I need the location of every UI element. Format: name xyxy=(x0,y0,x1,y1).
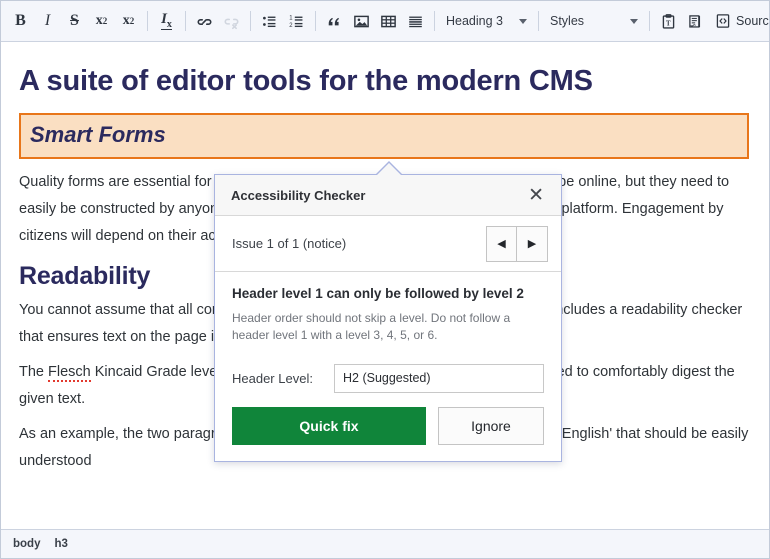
link-icon[interactable] xyxy=(191,7,218,35)
toolbar-divider xyxy=(315,11,316,31)
toolbar-divider xyxy=(434,11,435,31)
issue-title: Header level 1 can only be followed by l… xyxy=(232,286,524,301)
close-icon[interactable]: ✕ xyxy=(525,184,547,207)
italic-button[interactable]: I xyxy=(34,7,61,35)
quote-icon[interactable] xyxy=(321,7,348,35)
panel-actions: Quick fix Ignore xyxy=(232,406,544,445)
panel-pointer-arrow-inner xyxy=(376,163,402,176)
chevron-down-icon xyxy=(630,18,639,24)
source-button-label: Source xyxy=(736,14,769,28)
styles-dropdown-label: Styles xyxy=(550,14,585,28)
table-icon[interactable] xyxy=(375,7,402,35)
horizontal-rule-icon[interactable] xyxy=(402,7,429,35)
accessibility-checker-panel: Accessibility Checker ✕ Issue 1 of 1 (no… xyxy=(214,161,562,462)
superscript-button[interactable]: x2 xyxy=(88,7,115,35)
quick-fix-button[interactable]: Quick fix xyxy=(232,406,426,445)
editor-toolbar: B I S x2 x2 Ix 1 2 Heading 3 Styles T So… xyxy=(1,1,769,42)
svg-text:1: 1 xyxy=(289,15,293,21)
previous-issue-button[interactable]: ◀ xyxy=(486,225,517,262)
selected-heading-smart-forms[interactable]: Smart Forms xyxy=(19,112,749,159)
unlink-icon xyxy=(218,7,245,35)
toolbar-divider xyxy=(147,11,148,31)
remove-format-button[interactable]: Ix xyxy=(153,7,180,35)
image-icon[interactable] xyxy=(348,7,375,35)
format-dropdown-label: Heading 3 xyxy=(446,14,503,28)
header-level-field-row: Header Level: H2 (Suggested) xyxy=(232,363,544,393)
subscript-button[interactable]: x2 xyxy=(115,7,142,35)
toolbar-divider xyxy=(250,11,251,31)
numbered-list-icon[interactable]: 1 2 xyxy=(283,7,310,35)
ignore-button[interactable]: Ignore xyxy=(438,406,544,445)
strikethrough-button[interactable]: S xyxy=(61,7,88,35)
source-code-icon xyxy=(716,14,730,28)
panel-title: Accessibility Checker xyxy=(231,187,366,203)
toolbar-divider xyxy=(649,11,651,31)
bulleted-list-icon[interactable] xyxy=(256,7,283,35)
issue-counter: Issue 1 of 1 (notice) xyxy=(232,236,347,251)
paragraph-3-pre: The xyxy=(19,363,49,380)
element-path-h3[interactable]: h3 xyxy=(54,538,67,550)
source-button[interactable]: Source xyxy=(709,7,769,35)
spellcheck-icon[interactable] xyxy=(682,7,709,35)
element-path-statusbar: body h3 xyxy=(1,529,769,558)
paste-text-icon[interactable]: T xyxy=(655,7,682,35)
styles-dropdown[interactable]: Styles xyxy=(544,7,644,35)
header-level-select[interactable]: H2 (Suggested) xyxy=(334,363,544,393)
format-dropdown[interactable]: Heading 3 xyxy=(440,7,533,35)
chevron-down-icon xyxy=(519,18,527,24)
bold-button[interactable]: B xyxy=(7,7,34,35)
document-title-heading: A suite of editor tools for the modern C… xyxy=(19,65,593,97)
svg-text:2: 2 xyxy=(289,22,292,28)
misspelled-word[interactable]: Flesch xyxy=(48,363,91,382)
header-level-label: Header Level: xyxy=(232,370,313,386)
toolbar-divider xyxy=(185,11,186,31)
panel-body: Header level 1 can only be followed by l… xyxy=(215,272,561,461)
editor-window: B I S x2 x2 Ix 1 2 Heading 3 Styles T So… xyxy=(0,0,770,559)
panel-header: Accessibility Checker ✕ xyxy=(215,175,561,216)
element-path-body[interactable]: body xyxy=(13,538,40,550)
panel-navigation-bar: Issue 1 of 1 (notice) ◀ ▶ xyxy=(215,216,561,272)
next-issue-button[interactable]: ▶ xyxy=(517,225,548,262)
issue-description: Header order should not skip a level. Do… xyxy=(232,310,511,342)
svg-text:T: T xyxy=(666,20,671,27)
issue-nav-buttons: ◀ ▶ xyxy=(486,225,548,262)
toolbar-divider xyxy=(538,11,539,31)
